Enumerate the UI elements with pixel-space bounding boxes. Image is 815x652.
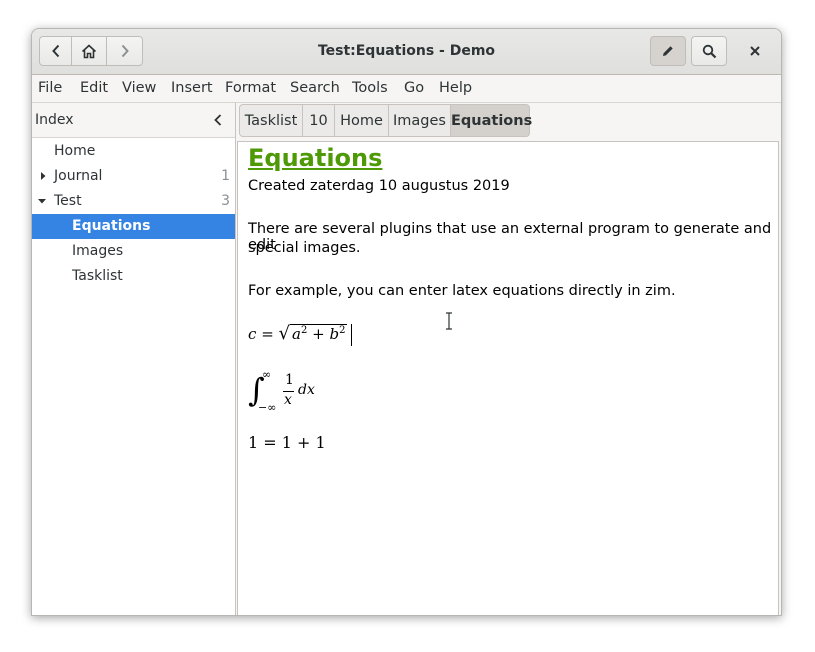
header-bar: Test:Equations - Demo <box>32 29 781 75</box>
page-editor[interactable]: Equations Created zaterdag 10 augustus 2… <box>237 141 779 615</box>
home-icon <box>81 43 97 58</box>
tree-item-journal[interactable]: Journal 1 <box>32 164 235 189</box>
tree-item-count: 1 <box>221 168 230 184</box>
search-icon <box>702 44 716 58</box>
equation-image-1[interactable]: c = √ a2 + b2 <box>248 323 353 346</box>
collapse-sidebar-icon[interactable] <box>210 112 226 128</box>
paragraph-line: For example, you can enter latex equatio… <box>248 283 676 299</box>
index-title: Index <box>35 112 74 128</box>
eq-symbol: = <box>261 325 274 343</box>
pathbar-home[interactable]: Home <box>334 104 389 137</box>
index-header: Index <box>32 103 235 138</box>
pathbar-equations[interactable]: Equations <box>450 104 532 137</box>
eq-lower-limit: −∞ <box>258 401 277 414</box>
pathbar-tasklist[interactable]: Tasklist <box>239 104 303 137</box>
close-button[interactable] <box>743 39 767 63</box>
tree-item-label: Home <box>54 143 96 159</box>
created-line: Created zaterdag 10 augustus 2019 <box>248 178 510 194</box>
eq-exponent: 2 <box>300 325 308 336</box>
menu-edit[interactable]: Edit <box>80 75 108 102</box>
tree-item-count: 3 <box>221 193 230 209</box>
expand-arrow-icon[interactable] <box>39 172 47 180</box>
text-cursor <box>351 324 353 346</box>
eq-denominator: x <box>284 392 292 408</box>
eq-symbol: c <box>248 325 257 343</box>
tree-item-label: Tasklist <box>72 268 123 284</box>
menu-file[interactable]: File <box>38 75 62 102</box>
eq-symbol: a <box>292 325 301 343</box>
tree-item-label: Images <box>72 243 124 259</box>
menu-tools[interactable]: Tools <box>352 75 388 102</box>
page-heading: Equations <box>248 144 383 172</box>
back-button[interactable] <box>39 36 72 66</box>
menu-bar: File Edit View Insert Format Search Tool… <box>32 75 781 103</box>
menu-help[interactable]: Help <box>439 75 472 102</box>
close-icon <box>750 46 760 56</box>
equation-image-2[interactable]: ∫ ∞ −∞ 1 x dx <box>248 368 328 420</box>
tree-item-label: Journal <box>54 168 103 184</box>
menu-format[interactable]: Format <box>225 75 276 102</box>
eq-sqrt-symbol: √ <box>278 323 291 344</box>
menu-insert[interactable]: Insert <box>171 75 213 102</box>
chevron-right-icon <box>121 44 129 58</box>
eq-radicand: a2 + b2 <box>290 324 348 343</box>
pathbar-images[interactable]: Images <box>388 104 451 137</box>
eq-symbol: b <box>329 325 340 343</box>
collapse-arrow-icon[interactable] <box>38 197 46 205</box>
eq-differential: dx <box>298 382 315 398</box>
pencil-icon <box>663 46 673 56</box>
pathbar-10[interactable]: 10 <box>302 104 335 137</box>
home-button[interactable] <box>71 36 107 66</box>
menu-view[interactable]: View <box>122 75 156 102</box>
tree-item-equations[interactable]: Equations <box>32 214 235 239</box>
tree-item-home[interactable]: Home <box>32 139 235 164</box>
tree-item-label: Equations <box>72 218 151 234</box>
search-button[interactable] <box>691 36 727 66</box>
tree-item-label: Test <box>54 193 82 209</box>
paragraph-line: special images. <box>248 240 361 256</box>
eq-numerator: 1 <box>285 372 294 388</box>
forward-button[interactable] <box>106 36 143 66</box>
chevron-left-icon <box>51 44 59 58</box>
edit-toggle-button[interactable] <box>650 36 686 66</box>
equation-image-3[interactable]: 1 = 1 + 1 <box>248 433 326 452</box>
tree-item-tasklist[interactable]: Tasklist <box>32 264 235 289</box>
tree-item-test[interactable]: Test 3 <box>32 189 235 214</box>
menu-search[interactable]: Search <box>290 75 340 102</box>
menu-go[interactable]: Go <box>404 75 424 102</box>
ibeam-cursor-icon <box>446 312 452 330</box>
eq-upper-limit: ∞ <box>262 368 272 381</box>
index-pane: Index Home Journal 1 Test 3 Equations Im… <box>32 103 236 615</box>
eq-exponent: 2 <box>339 325 346 336</box>
tree-item-images[interactable]: Images <box>32 239 235 264</box>
app-window: Test:Equations - Demo File Edit View Ins… <box>31 28 782 616</box>
eq-symbol: + <box>312 325 325 343</box>
